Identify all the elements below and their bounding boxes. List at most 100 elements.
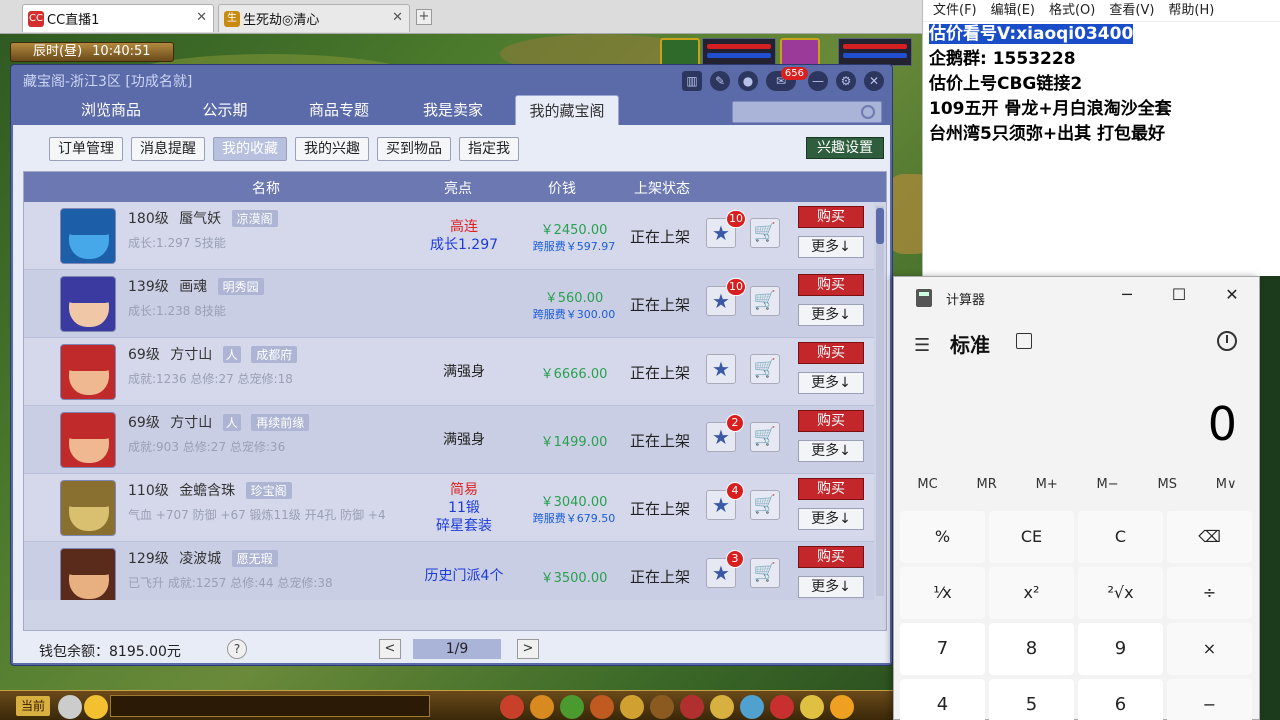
key-square-root-button[interactable]: ²√x (1078, 567, 1163, 619)
help-icon[interactable]: ? (227, 639, 247, 659)
key-reciprocal-button[interactable]: ¹⁄x (900, 567, 985, 619)
key-five-button[interactable]: 5 (989, 679, 1074, 720)
buy-button[interactable]: 购买 (798, 206, 864, 228)
key-multiply-button[interactable]: × (1167, 623, 1252, 675)
trade-icon[interactable] (620, 695, 644, 719)
more-button[interactable]: 更多↓ (798, 508, 864, 530)
key-backspace-button[interactable]: ⌫ (1167, 511, 1252, 563)
history-icon[interactable] (1217, 331, 1237, 351)
maximize-button[interactable]: ☐ (1164, 285, 1194, 304)
menu-format[interactable]: 格式(O) (1049, 0, 1095, 21)
chat-input[interactable] (110, 695, 430, 717)
note-line[interactable]: 台州湾5只须弥+出其 打包最好 (923, 122, 1280, 147)
more-button[interactable]: 更多↓ (798, 576, 864, 598)
more-button[interactable]: 更多↓ (798, 440, 864, 462)
minimize-button[interactable]: ─ (1112, 285, 1142, 304)
menu-view[interactable]: 查看(V) (1109, 0, 1154, 21)
more-button[interactable]: 更多↓ (798, 304, 864, 326)
item-title[interactable]: 69级 方寸山 人 再续前缘 (128, 412, 310, 432)
table-row[interactable]: 129级 凌波城 愿无瑕 已飞升 成就:1257 总修:44 总宠修:38 历史… (24, 542, 874, 600)
search-icon[interactable] (861, 105, 875, 119)
emoji-icon[interactable] (84, 695, 108, 719)
settings-icon[interactable]: ⚙ (836, 71, 856, 91)
record-icon[interactable]: ● (738, 71, 758, 91)
subtab-assigned[interactable]: 指定我 (459, 137, 519, 161)
chat-channel-button[interactable]: 当前 (16, 696, 50, 716)
cart-icon[interactable]: 🛒 (750, 490, 780, 520)
table-row[interactable]: 139级 画魂 明秀园 成长:1.238 8技能 ￥560.00 跨服费￥300… (24, 270, 874, 338)
prev-page-button[interactable]: < (379, 639, 401, 659)
close-tab-icon[interactable]: ✕ (196, 10, 207, 25)
menu-help[interactable]: 帮助(H) (1168, 0, 1214, 21)
close-button[interactable]: ✕ (1217, 285, 1247, 304)
key-minus-button[interactable]: − (1167, 679, 1252, 720)
key-seven-button[interactable]: 7 (900, 623, 985, 675)
buy-button[interactable]: 购买 (798, 342, 864, 364)
key-divide-button[interactable]: ÷ (1167, 567, 1252, 619)
scroll-thumb[interactable] (876, 208, 884, 244)
browser-tab-2[interactable]: 生 生死劫◎清心 ✕ (218, 4, 410, 32)
brush-icon[interactable]: ✎ (710, 71, 730, 91)
quest-icon[interactable] (680, 695, 704, 719)
item-title[interactable]: 180级 蜃气妖 凉漠阁 (128, 208, 278, 228)
microphone-icon[interactable] (58, 695, 82, 719)
more-button[interactable]: 更多↓ (798, 372, 864, 394)
pet-icon[interactable] (590, 695, 614, 719)
scrollbar[interactable] (876, 206, 884, 596)
mem-clear-button[interactable]: MC (917, 477, 937, 492)
item-title[interactable]: 129级 凌波城 愿无瑕 (128, 548, 278, 568)
item-avatar[interactable] (60, 412, 116, 468)
guild-icon[interactable] (650, 695, 674, 719)
menu-file[interactable]: 文件(F) (933, 0, 977, 21)
menu-icon[interactable]: ☰ (914, 335, 930, 356)
tab-browse[interactable]: 浏览商品 (59, 95, 163, 125)
item-title[interactable]: 139级 画魂 明秀园 (128, 276, 264, 296)
mem-store-button[interactable]: MS (1157, 477, 1176, 492)
interest-settings-button[interactable]: 兴趣设置 (806, 137, 884, 159)
attack-icon[interactable] (500, 695, 524, 719)
item-avatar[interactable] (60, 276, 116, 332)
table-row[interactable]: 69级 方寸山 人 再续前缘 成就:903 总修:27 总宠修:36 满强身 ￥… (24, 406, 874, 474)
reward-icon[interactable] (830, 695, 854, 719)
note-line[interactable]: 企鹅群: 1553228 (923, 47, 1280, 72)
mem-subtract-button[interactable]: M− (1097, 477, 1119, 492)
table-row[interactable]: 69级 方寸山 人 成都府 成就:1236 总修:27 总宠修:18 满强身 ￥… (24, 338, 874, 406)
new-tab-button[interactable]: + (416, 9, 432, 25)
mem-recall-button[interactable]: MR (977, 477, 997, 492)
note-line[interactable]: 估价上号CBG链接2 (923, 72, 1280, 97)
table-row[interactable]: 180级 蜃气妖 凉漠阁 成长:1.297 5技能 高连 成长1.297 ￥245… (24, 202, 874, 270)
key-four-button[interactable]: 4 (900, 679, 985, 720)
item-avatar[interactable] (60, 548, 116, 600)
note-line[interactable]: 估价看号V:xiaoqi03400 (923, 22, 1280, 47)
key-eight-button[interactable]: 8 (989, 623, 1074, 675)
tab-my-cbg[interactable]: 我的藏宝阁 (515, 95, 619, 125)
item-title[interactable]: 69级 方寸山 人 成都府 (128, 344, 298, 364)
item-avatar[interactable] (60, 480, 116, 536)
item-avatar[interactable] (60, 344, 116, 400)
key-percent-button[interactable]: % (900, 511, 985, 563)
tab-topics[interactable]: 商品专题 (287, 95, 391, 125)
cart-icon[interactable]: 🛒 (750, 354, 780, 384)
favorite-star-icon[interactable]: ★ (706, 354, 736, 384)
buy-button[interactable]: 购买 (798, 274, 864, 296)
cart-icon[interactable]: 🛒 (750, 558, 780, 588)
cart-icon[interactable]: 🛒 (750, 286, 780, 316)
tab-seller[interactable]: 我是卖家 (401, 95, 505, 125)
tab-public[interactable]: 公示期 (173, 95, 277, 125)
mall-icon[interactable] (800, 695, 824, 719)
cart-icon[interactable]: 🛒 (750, 422, 780, 452)
item-icon[interactable] (530, 695, 554, 719)
system-icon[interactable] (740, 695, 764, 719)
subtab-interests[interactable]: 我的兴趣 (295, 137, 369, 161)
more-button[interactable]: 更多↓ (798, 236, 864, 258)
close-tab-icon[interactable]: ✕ (392, 10, 403, 25)
item-avatar[interactable] (60, 208, 116, 264)
team-icon[interactable] (560, 695, 584, 719)
mem-list-button[interactable]: M∨ (1216, 477, 1237, 492)
buy-button[interactable]: 购买 (798, 478, 864, 500)
message-button[interactable]: ✉ 656 (766, 67, 808, 91)
friend-icon[interactable] (710, 695, 734, 719)
note-line[interactable]: 109五开 骨龙+月白浪淘沙全套 (923, 97, 1280, 122)
item-title[interactable]: 110级 金蟾含珠 珍宝阁 (128, 480, 292, 500)
subtab-favorites[interactable]: 我的收藏 (213, 137, 287, 161)
